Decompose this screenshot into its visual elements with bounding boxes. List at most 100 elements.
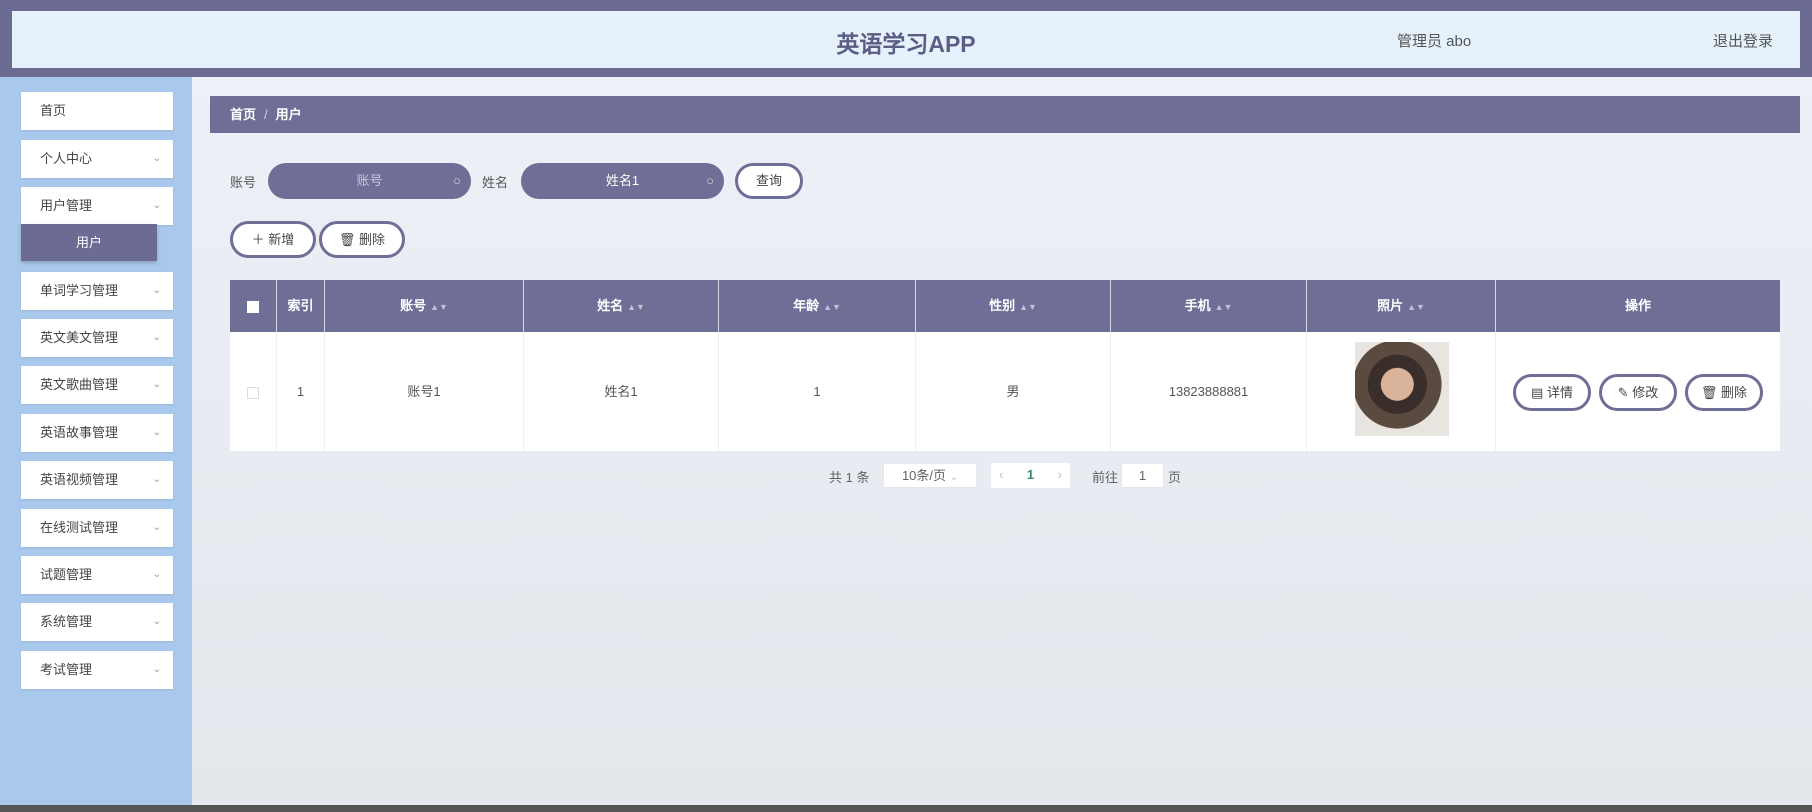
- sidebar-item-articles[interactable]: 英文美文管理 ⌄: [21, 319, 173, 357]
- breadcrumb-home[interactable]: 首页: [230, 107, 256, 122]
- account-search-input[interactable]: 账号 ○: [268, 163, 471, 199]
- sidebar-item-songs[interactable]: 英文歌曲管理 ⌄: [21, 366, 173, 404]
- plus-icon: ＋: [251, 232, 269, 247]
- col-age[interactable]: 年龄 ▲▼: [719, 280, 916, 332]
- sidebar-item-online-test[interactable]: 在线测试管理 ⌄: [21, 509, 173, 547]
- cell-age: 1: [719, 332, 916, 451]
- admin-user: 管理员 abo: [1397, 33, 1472, 50]
- col-label: 年龄: [793, 298, 820, 313]
- chevron-down-icon: ⌄: [152, 153, 161, 164]
- sort-icon[interactable]: ▲▼: [430, 302, 448, 312]
- account-placeholder: 账号: [356, 173, 383, 188]
- document-icon: ▤: [1531, 385, 1547, 400]
- edit-button[interactable]: ✎ 修改: [1599, 374, 1677, 411]
- col-account[interactable]: 账号 ▲▼: [325, 280, 524, 332]
- col-actions: 操作: [1496, 280, 1780, 332]
- col-gender[interactable]: 性别 ▲▼: [916, 280, 1111, 332]
- pagination-total: 共 1 条: [829, 470, 870, 485]
- user-photo[interactable]: [1355, 342, 1449, 436]
- sort-icon[interactable]: ▲▼: [1215, 302, 1233, 312]
- chevron-down-icon: ⌄: [949, 472, 959, 483]
- prev-page-icon[interactable]: ‹: [999, 463, 1003, 486]
- row-checkbox[interactable]: [230, 332, 277, 451]
- sort-icon[interactable]: ▲▼: [627, 302, 645, 312]
- page-number-current[interactable]: 1: [1027, 467, 1034, 482]
- search-icon: ○: [706, 173, 714, 188]
- goto-page-input[interactable]: 1: [1121, 463, 1164, 488]
- sidebar-item-user-mgmt[interactable]: 用户管理 ⌄: [21, 187, 173, 225]
- cell-account: 账号1: [325, 332, 524, 451]
- delete-label: 删除: [359, 232, 386, 247]
- sidebar-subitem-user[interactable]: 用户: [21, 224, 157, 261]
- sidebar-item-label: 系统管理: [40, 614, 93, 629]
- sort-icon[interactable]: ▲▼: [823, 302, 841, 312]
- col-label: 手机: [1184, 298, 1211, 313]
- page-size-select[interactable]: 10条/页 ⌄: [883, 463, 977, 488]
- name-search-input[interactable]: 姓名1 ○: [521, 163, 724, 199]
- sidebar-item-label: 英语故事管理: [40, 425, 119, 440]
- chevron-down-icon: ⌄: [152, 522, 161, 533]
- sidebar-item-stories[interactable]: 英语故事管理 ⌄: [21, 414, 173, 452]
- add-label: 新增: [268, 232, 295, 247]
- row-delete-button[interactable]: 🗑 删除: [1685, 374, 1763, 411]
- sidebar-item-label: 英文美文管理: [40, 330, 119, 345]
- chevron-down-icon: ⌄: [152, 474, 161, 485]
- pager: ‹ 1 ›: [991, 463, 1070, 488]
- sidebar-item-label: 英文歌曲管理: [40, 377, 119, 392]
- delete-button[interactable]: 🗑 删除: [319, 221, 405, 258]
- cell-gender: 男: [916, 332, 1111, 451]
- col-phone[interactable]: 手机 ▲▼: [1111, 280, 1307, 332]
- sidebar-item-label: 考试管理: [40, 662, 93, 677]
- sidebar-item-videos[interactable]: 英语视频管理 ⌄: [21, 461, 173, 499]
- chevron-down-icon: ⌄: [152, 200, 161, 211]
- trash-icon: 🗑: [338, 232, 360, 247]
- sidebar-item-home[interactable]: 首页: [21, 92, 173, 130]
- chevron-down-icon: ⌄: [152, 664, 161, 675]
- col-photo[interactable]: 照片 ▲▼: [1307, 280, 1496, 332]
- query-button[interactable]: 查询: [735, 163, 803, 199]
- col-label: 性别: [989, 298, 1016, 313]
- chevron-down-icon: ⌄: [152, 379, 161, 390]
- sort-icon[interactable]: ▲▼: [1019, 302, 1037, 312]
- sidebar-item-questions[interactable]: 试题管理 ⌄: [21, 556, 173, 594]
- sort-icon[interactable]: ▲▼: [1407, 302, 1425, 312]
- logout-link[interactable]: 退出登录: [1713, 30, 1773, 51]
- detail-label: 详情: [1546, 385, 1573, 400]
- breadcrumb-current: 用户: [275, 107, 302, 122]
- detail-button[interactable]: ▤ 详情: [1513, 374, 1591, 411]
- sidebar-item-label: 个人中心: [40, 151, 93, 166]
- trash-icon: 🗑: [1700, 385, 1722, 400]
- account-label: 账号: [230, 175, 257, 190]
- goto-label: 前往: [1092, 470, 1119, 485]
- col-name[interactable]: 姓名 ▲▼: [524, 280, 719, 332]
- sidebar-item-label: 试题管理: [40, 567, 93, 582]
- sidebar-item-system[interactable]: 系统管理 ⌄: [21, 603, 173, 641]
- chevron-down-icon: ⌄: [152, 616, 161, 627]
- sidebar-item-exam[interactable]: 考试管理 ⌄: [21, 651, 173, 689]
- page-size-value: 10条/页: [901, 468, 947, 483]
- edit-icon: ✎: [1617, 385, 1633, 400]
- edit-label: 修改: [1632, 385, 1659, 400]
- app-title: 英语学习APP: [836, 31, 976, 57]
- select-all-checkbox[interactable]: [230, 280, 277, 332]
- sidebar-item-label: 首页: [40, 103, 67, 118]
- sidebar-item-personal[interactable]: 个人中心 ⌄: [21, 140, 173, 178]
- cell-name: 姓名1: [524, 332, 719, 451]
- sidebar-item-label: 英语视频管理: [40, 472, 119, 487]
- sidebar-item-label: 在线测试管理: [40, 520, 119, 535]
- add-button[interactable]: ＋ 新增: [230, 221, 316, 258]
- user-table: 索引 账号 ▲▼ 姓名 ▲▼ 年龄 ▲▼ 性别 ▲▼ 手机 ▲▼ 照片 ▲▼ 操作 1 账号…: [230, 280, 1780, 451]
- sidebar-item-label: 单词学习管理: [40, 283, 119, 298]
- col-label: 账号: [400, 298, 427, 313]
- chevron-down-icon: ⌄: [152, 332, 161, 343]
- page-suffix: 页: [1168, 470, 1182, 485]
- name-label: 姓名: [482, 175, 509, 190]
- name-value: 姓名1: [605, 173, 640, 188]
- col-label: 照片: [1377, 298, 1404, 313]
- cell-phone: 13823888881: [1111, 332, 1307, 451]
- sidebar-item-label: 用户管理: [40, 198, 93, 213]
- sidebar-item-words[interactable]: 单词学习管理 ⌄: [21, 272, 173, 310]
- next-page-icon[interactable]: ›: [1058, 463, 1062, 486]
- col-label: 姓名: [597, 298, 624, 313]
- cell-index: 1: [277, 332, 325, 451]
